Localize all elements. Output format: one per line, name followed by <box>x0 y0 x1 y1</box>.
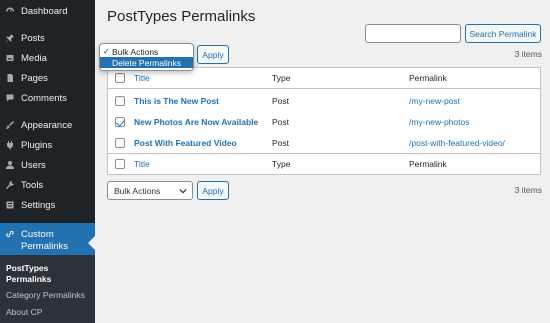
select-all-checkbox-footer[interactable] <box>115 159 125 169</box>
sidebar-item-label: Media <box>21 52 47 64</box>
row-checkbox[interactable] <box>115 95 125 106</box>
brush-icon <box>5 120 15 130</box>
apply-button-bottom[interactable]: Apply <box>197 181 229 200</box>
column-footer-permalink: Permalink <box>409 159 447 169</box>
column-footer-type: Type <box>272 159 291 169</box>
row-title-link[interactable]: New Photos Are Now Available <box>134 117 258 127</box>
row-checkbox[interactable] <box>115 137 125 148</box>
apply-button-top[interactable]: Apply <box>197 45 229 64</box>
submenu-item-category-permalinks[interactable]: Category Permalinks <box>6 290 85 300</box>
sidebar-item-label: Appearance <box>21 119 73 131</box>
media-icon <box>5 53 15 63</box>
user-icon <box>5 160 15 170</box>
chevron-down-icon <box>179 188 187 194</box>
checkmark-icon: ✓ <box>103 47 110 56</box>
items-count-bottom: 3 items <box>514 185 542 195</box>
sidebar-item-appearance[interactable]: Appearance <box>0 115 95 135</box>
table-row: Post With Featured Video Post /post-with… <box>108 132 540 153</box>
sidebar-item-label: Dashboard <box>21 5 68 17</box>
main-content: PostTypes Permalinks Search Permalink Ap… <box>95 0 550 323</box>
sidebar-item-label: Plugins <box>21 139 53 151</box>
dropdown-option-bulk-actions[interactable]: ✓ Bulk Actions <box>100 46 193 57</box>
column-header-permalink: Permalink <box>409 73 447 83</box>
sidebar-item-label: Pages <box>21 72 48 84</box>
row-title-link[interactable]: Post With Featured Video <box>134 138 237 148</box>
dropdown-option-delete-permalinks[interactable]: Delete Permalinks <box>100 57 193 68</box>
submenu-item-posttypes-permalinks[interactable]: PostTypes Permalinks <box>6 263 51 285</box>
table-row: New Photos Are Now Available Post /my-ne… <box>108 111 540 132</box>
search-input[interactable] <box>365 24 461 43</box>
column-footer-title[interactable]: Title <box>134 159 150 169</box>
sidebar-item-label: Comments <box>21 92 67 104</box>
sidebar-item-label: Tools <box>21 179 44 191</box>
sidebar-item-label: Users <box>21 159 46 171</box>
column-header-title[interactable]: Title <box>134 73 150 83</box>
bulk-actions-select-bottom[interactable]: Bulk Actions <box>107 181 193 200</box>
wrench-icon <box>5 180 15 190</box>
plugin-icon <box>5 140 15 150</box>
sidebar-item-settings[interactable]: Settings <box>0 195 95 215</box>
table-header-row: Title Type Permalink <box>108 68 540 89</box>
dashboard-icon <box>5 6 15 16</box>
row-type: Post <box>272 116 290 127</box>
sidebar-item-plugins[interactable]: Plugins <box>0 135 95 155</box>
row-permalink-link[interactable]: /my-new-post <box>409 96 460 106</box>
table-footer-row: Title Type Permalink <box>108 153 540 174</box>
row-permalink-link[interactable]: /my-new-photos <box>409 117 469 127</box>
sidebar-item-pages[interactable]: Pages <box>0 68 95 88</box>
search-permalink-button[interactable]: Search Permalink <box>465 24 541 43</box>
permalinks-table: Title Type Permalink This is The New Pos… <box>107 67 541 175</box>
row-type: Post <box>272 137 290 148</box>
submenu-item-about-cp[interactable]: About CP <box>6 307 42 317</box>
sidebar-item-label: Custom Permalinks <box>21 229 68 252</box>
table-row: This is The New Post Post /my-new-post <box>108 90 540 111</box>
pages-icon <box>5 73 15 83</box>
column-header-type: Type <box>272 73 291 83</box>
bulk-actions-dropdown-menu: ✓ Bulk Actions Delete Permalinks <box>99 43 194 71</box>
sidebar-item-comments[interactable]: Comments <box>0 88 95 108</box>
settings-icon <box>5 200 15 210</box>
page-title: PostTypes Permalinks <box>107 8 256 25</box>
sidebar-item-media[interactable]: Media <box>0 48 95 68</box>
sidebar-item-tools[interactable]: Tools <box>0 175 95 195</box>
row-title-link[interactable]: This is The New Post <box>134 96 219 106</box>
sidebar-item-label: Settings <box>21 199 56 211</box>
row-checkbox[interactable] <box>115 116 125 127</box>
row-permalink-link[interactable]: /post-with-featured-video/ <box>409 138 505 148</box>
row-type: Post <box>272 95 290 106</box>
items-count-top: 3 items <box>514 49 542 59</box>
sidebar-item-posts[interactable]: Posts <box>0 28 95 48</box>
sidebar-item-dashboard[interactable]: Dashboard <box>0 1 95 21</box>
comments-icon <box>5 93 15 103</box>
sidebar-item-label: Posts <box>21 32 45 44</box>
link-icon <box>5 229 15 239</box>
sidebar-item-users[interactable]: Users <box>0 155 95 175</box>
select-all-checkbox[interactable] <box>115 73 125 83</box>
active-menu-arrow <box>88 236 95 250</box>
admin-sidebar: Dashboard Posts Media Pages Comments App… <box>0 0 95 323</box>
submenu: PostTypes Permalinks Category Permalinks… <box>0 255 95 323</box>
pin-icon <box>5 33 15 43</box>
